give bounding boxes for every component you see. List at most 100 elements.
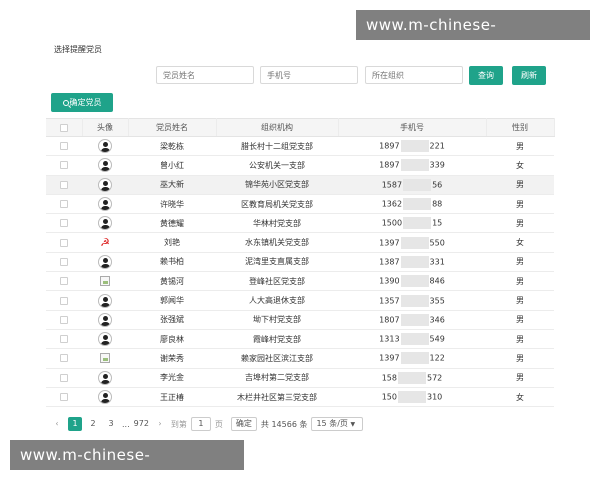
goto-confirm-button[interactable]: 确定 [230, 417, 257, 431]
phone-prefix: 1357 [379, 296, 400, 306]
page-size-select[interactable]: 15 条/页 ▼ [311, 417, 364, 431]
phone-suffix: 88 [432, 199, 443, 209]
phone-redaction [400, 140, 429, 153]
user-avatar-icon [98, 197, 112, 212]
member-name: 许晓华 [128, 194, 216, 215]
row-checkbox[interactable] [60, 354, 68, 363]
table-row[interactable]: 王正椿 木栏井社区第三党支部 150 310 女 [46, 387, 554, 408]
table-row[interactable]: 赖书柏 泥湾里支直属支部 1387 331 男 [46, 252, 554, 273]
member-gender: 男 [486, 348, 554, 369]
phone-redaction [403, 178, 432, 191]
table-row[interactable]: 李光金 吉埠村第二党支部 158 572 男 [46, 368, 554, 388]
member-gender: 男 [486, 290, 554, 311]
row-select-cell[interactable] [46, 290, 82, 311]
table-row[interactable]: ☭ 刘艳 水东镇机关党支部 1397 550 女 [46, 232, 554, 253]
row-checkbox[interactable] [60, 393, 68, 401]
member-organization: 人大高退休支部 [216, 290, 338, 311]
row-select-cell[interactable] [46, 271, 82, 292]
table-row[interactable]: 黄锡河 登峰社区党支部 1390 846 男 [46, 271, 554, 292]
row-checkbox[interactable] [60, 161, 68, 170]
member-phone: 1357 355 [338, 290, 486, 311]
phone-redaction [400, 275, 429, 288]
row-select-cell[interactable] [46, 232, 82, 253]
row-select-cell[interactable] [46, 213, 82, 234]
user-avatar-icon [98, 370, 112, 385]
row-checkbox[interactable] [60, 238, 68, 247]
page-button-last[interactable]: 972 [134, 417, 149, 431]
column-header-name: 党员姓名 [128, 118, 217, 137]
member-organization: 华林村党支部 [216, 213, 338, 234]
member-organization: 木栏井社区第三党支部 [216, 387, 338, 408]
table-row[interactable]: 黄德耀 华林村党支部 1500 15 男 [46, 213, 554, 234]
member-phone: 1397 122 [338, 348, 486, 369]
member-name-input[interactable] [156, 66, 254, 84]
row-checkbox[interactable] [60, 142, 68, 151]
table-row[interactable]: 廖良林 霞峰村党支部 1313 549 男 [46, 329, 554, 350]
prev-page-button[interactable]: ‹ [50, 417, 64, 431]
row-select-cell[interactable] [46, 310, 82, 330]
row-select-cell[interactable] [46, 252, 82, 273]
user-avatar-icon [98, 216, 112, 231]
search-button[interactable]: 查询 [469, 66, 503, 85]
member-phone: 1397 550 [338, 232, 486, 253]
row-checkbox[interactable] [60, 296, 68, 305]
page-button-3[interactable]: 3 [104, 417, 118, 431]
row-checkbox[interactable] [60, 180, 68, 189]
member-phone: 1500 15 [338, 213, 486, 234]
table-row[interactable]: 许晓华 区教育局机关党支部 1362 88 男 [46, 194, 554, 215]
row-select-cell[interactable] [46, 387, 82, 408]
user-avatar-icon [98, 390, 112, 404]
avatar-cell: ☭ [82, 232, 128, 253]
member-phone: 1390 846 [338, 271, 486, 292]
phone-prefix: 158 [381, 373, 397, 383]
page-button-2[interactable]: 2 [86, 417, 100, 431]
member-organization: 吉埠村第二党支部 [216, 368, 338, 388]
page-unit-label: 页 [214, 419, 223, 429]
row-checkbox[interactable] [60, 219, 68, 228]
page-ellipsis: ... [122, 419, 130, 429]
phone-redaction [400, 294, 429, 307]
next-page-button[interactable]: › [153, 417, 167, 431]
select-all-cell[interactable] [46, 118, 83, 137]
phone-prefix: 1390 [379, 276, 400, 286]
column-header-avatar: 头像 [82, 118, 129, 137]
row-checkbox[interactable] [60, 277, 68, 286]
member-gender: 男 [486, 175, 554, 195]
user-avatar-icon [98, 158, 112, 173]
member-organization: 锦华苑小区党支部 [216, 175, 338, 195]
confirm-member-button[interactable]: 确定党员 [51, 93, 113, 112]
table-row[interactable]: 梁乾栋 腊长村十二组党支部 1897 221 男 [46, 136, 554, 157]
refresh-button[interactable]: 刷新 [512, 66, 546, 85]
table-row[interactable]: 郭闻华 人大高退休支部 1357 355 男 [46, 290, 554, 311]
row-select-cell[interactable] [46, 155, 82, 176]
user-avatar-icon [98, 177, 112, 192]
row-select-cell[interactable] [46, 194, 82, 215]
member-phone: 150 310 [338, 387, 486, 408]
row-select-cell[interactable] [46, 368, 82, 388]
row-select-cell[interactable] [46, 136, 82, 157]
row-checkbox[interactable] [60, 373, 68, 382]
row-checkbox[interactable] [60, 315, 68, 324]
phone-prefix: 1897 [379, 160, 400, 170]
table-row[interactable]: 谢荣秀 赖家园社区滨江支部 1397 122 男 [46, 348, 554, 369]
table-row[interactable]: 巫大新 锦华苑小区党支部 1587 56 男 [46, 175, 554, 195]
phone-input[interactable] [260, 66, 358, 84]
table-row[interactable]: 张强斌 坳下村党支部 1807 346 男 [46, 310, 554, 330]
member-name: 巫大新 [128, 175, 216, 195]
member-organization: 水东镇机关党支部 [216, 232, 338, 253]
phone-prefix: 1313 [379, 334, 400, 344]
page-button-1[interactable]: 1 [68, 417, 82, 431]
select-all-checkbox[interactable] [59, 123, 68, 132]
row-select-cell[interactable] [46, 175, 82, 195]
member-gender: 女 [486, 155, 554, 176]
row-checkbox[interactable] [60, 335, 68, 344]
goto-page-input[interactable]: 1 [190, 417, 211, 431]
member-gender: 男 [486, 310, 554, 330]
row-checkbox[interactable] [60, 257, 68, 266]
row-checkbox[interactable] [60, 200, 68, 209]
row-select-cell[interactable] [46, 348, 82, 369]
table-row[interactable]: 曾小红 公安机关一支部 1897 339 女 [46, 155, 554, 176]
row-select-cell[interactable] [46, 329, 82, 350]
member-name: 赖书柏 [128, 252, 216, 273]
member-gender: 男 [486, 252, 554, 273]
